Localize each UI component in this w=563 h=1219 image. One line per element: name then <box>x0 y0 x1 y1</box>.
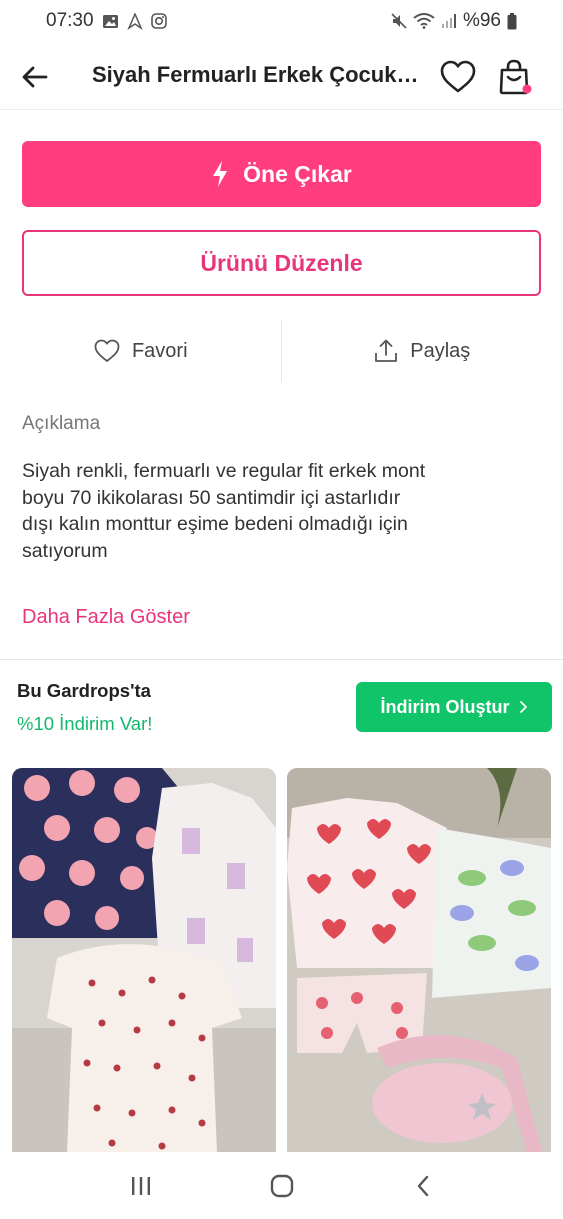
action-row: Favori Paylaş <box>0 320 563 382</box>
pajama-set-image-2 <box>287 768 551 1152</box>
share-label: Paylaş <box>410 339 471 362</box>
status-bar: 07:30 %96 <box>0 0 563 42</box>
back-button[interactable] <box>20 62 50 92</box>
share-button[interactable]: Paylaş <box>282 320 563 382</box>
wifi-icon <box>413 13 435 29</box>
top-navigation-bar: Siyah Fermuarlı Erkek Çocuk Mont <box>0 42 563 110</box>
cart-button[interactable] <box>497 58 533 96</box>
feature-product-label: Öne Çıkar <box>243 160 352 187</box>
share-icon <box>375 339 398 362</box>
signal-icon <box>441 13 457 29</box>
promo-title: Bu Gardrops'ta <box>17 680 151 701</box>
recent-apps-icon <box>131 1177 150 1195</box>
home-icon <box>270 1174 293 1198</box>
description-heading: Açıklama <box>22 413 101 434</box>
mute-icon <box>391 13 407 29</box>
section-divider <box>0 659 563 660</box>
create-discount-label: İndirim Oluştur <box>380 696 510 717</box>
chevron-right-icon <box>519 701 527 713</box>
pajama-set-image-1 <box>12 768 276 1152</box>
lightning-icon <box>213 161 228 187</box>
status-bar-left: 07:30 <box>46 10 167 32</box>
location-off-icon <box>126 12 143 30</box>
heart-icon <box>440 60 476 93</box>
action-divider <box>281 320 282 382</box>
arrow-left-icon <box>22 66 48 88</box>
promo-subtitle: %10 İndirim Var! <box>17 713 153 734</box>
favorite-button[interactable]: Favori <box>0 320 282 382</box>
status-bar-right: %96 <box>391 10 517 32</box>
show-more-link[interactable]: Daha Fazla Göster <box>22 606 190 629</box>
instagram-icon <box>150 13 167 29</box>
product-photo-1[interactable] <box>12 768 276 1152</box>
page-title: Siyah Fermuarlı Erkek Çocuk Mont <box>92 62 422 87</box>
description-text: Siyah renkli, fermuarlı ve regular fit e… <box>22 460 426 562</box>
back-nav-button[interactable] <box>403 1166 443 1206</box>
edit-product-button[interactable]: Ürünü Düzenle <box>22 230 541 296</box>
feature-product-button[interactable]: Öne Çıkar <box>22 141 541 207</box>
create-discount-button[interactable]: İndirim Oluştur <box>356 682 552 732</box>
system-navigation-bar <box>0 1153 563 1219</box>
battery-percent: %96 <box>462 10 501 31</box>
chevron-left-icon <box>417 1175 428 1197</box>
recent-apps-button[interactable] <box>121 1166 161 1206</box>
product-photo-2[interactable] <box>287 768 551 1152</box>
edit-product-label: Ürünü Düzenle <box>200 249 363 276</box>
favorite-label: Favori <box>131 339 188 362</box>
favorite-header-button[interactable] <box>440 60 476 94</box>
shopping-bag-icon <box>499 59 532 95</box>
status-time: 07:30 <box>46 10 94 31</box>
heart-outline-icon <box>94 339 120 362</box>
gallery-icon <box>102 14 119 29</box>
home-button[interactable] <box>262 1166 302 1206</box>
battery-icon <box>507 12 517 30</box>
